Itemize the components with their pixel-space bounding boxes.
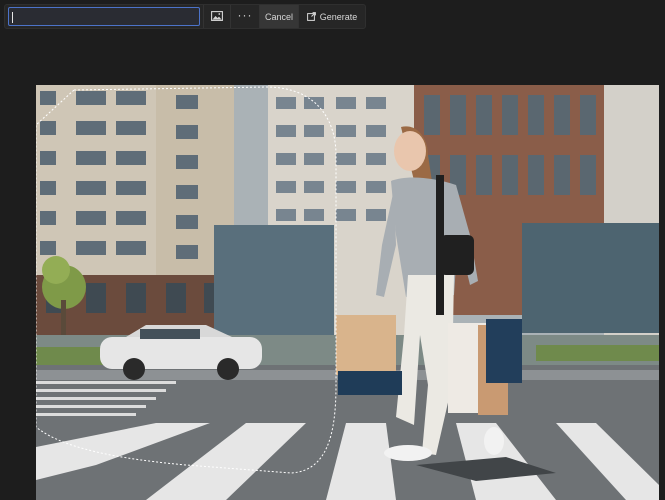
cancel-button[interactable]: Cancel xyxy=(259,5,298,28)
generate-button[interactable]: Generate xyxy=(298,5,365,28)
document-canvas[interactable] xyxy=(36,85,659,500)
contextual-taskbar: ··· Cancel Generate xyxy=(4,4,366,29)
image-icon xyxy=(211,11,223,21)
generate-icon xyxy=(306,12,316,21)
reference-image-button[interactable] xyxy=(203,5,230,28)
photo-scene xyxy=(36,85,659,500)
prompt-input[interactable] xyxy=(9,8,199,25)
generate-label: Generate xyxy=(319,11,358,22)
prompt-field[interactable] xyxy=(8,7,200,26)
more-options-button[interactable]: ··· xyxy=(230,5,259,28)
